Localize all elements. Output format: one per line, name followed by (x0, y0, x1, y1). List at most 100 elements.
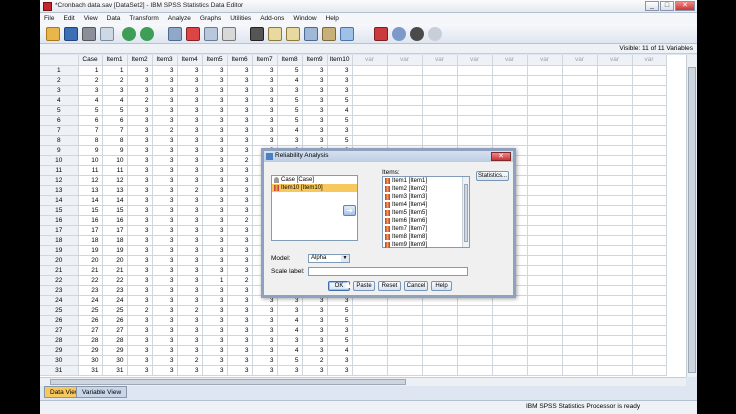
empty-cell[interactable] (632, 175, 667, 186)
data-cell[interactable]: 3 (252, 345, 278, 356)
empty-cell[interactable] (387, 85, 423, 96)
empty-cell[interactable] (457, 305, 493, 316)
data-cell[interactable]: 3 (127, 105, 153, 116)
data-cell[interactable]: 2 (302, 355, 328, 366)
column-header[interactable]: var (562, 55, 598, 66)
source-variable-item10[interactable]: Item10 [Item10] (272, 184, 357, 192)
paste-button[interactable]: Paste (353, 281, 375, 291)
data-cell[interactable]: 3 (202, 235, 228, 246)
data-cell[interactable]: 3 (302, 365, 328, 376)
menu-file[interactable]: File (44, 13, 54, 24)
empty-cell[interactable] (632, 335, 667, 346)
save-icon[interactable] (64, 27, 78, 41)
dialog-close-button[interactable]: ✕ (491, 152, 511, 161)
empty-cell[interactable] (352, 135, 388, 146)
vertical-scroll-thumb[interactable] (688, 67, 696, 373)
empty-cell[interactable] (597, 315, 633, 326)
data-cell[interactable]: 3 (152, 285, 178, 296)
column-header[interactable]: Item10 (327, 55, 353, 66)
data-cell[interactable]: 3 (127, 115, 153, 126)
data-cell[interactable]: 3 (127, 125, 153, 136)
empty-cell[interactable] (387, 95, 423, 106)
data-cell[interactable]: 21 (78, 265, 103, 276)
empty-cell[interactable] (632, 185, 667, 196)
data-cell[interactable]: 3 (152, 95, 178, 106)
column-header[interactable]: Item6 (227, 55, 253, 66)
close-button[interactable]: ✕ (675, 1, 695, 11)
empty-cell[interactable] (562, 155, 598, 166)
data-cell[interactable]: 3 (302, 135, 328, 146)
data-cell[interactable]: 26 (102, 315, 128, 326)
data-cell[interactable]: 3 (152, 155, 178, 166)
column-header[interactable]: var (632, 55, 667, 66)
data-cell[interactable]: 9 (78, 145, 103, 156)
empty-cell[interactable] (387, 135, 423, 146)
empty-cell[interactable] (597, 265, 633, 276)
data-cell[interactable]: 5 (327, 95, 353, 106)
empty-cell[interactable] (597, 65, 633, 76)
empty-cell[interactable] (562, 295, 598, 306)
data-cell[interactable]: 3 (202, 75, 228, 86)
row-number[interactable]: 31 (40, 365, 79, 376)
data-cell[interactable]: 3 (202, 115, 228, 126)
empty-cell[interactable] (387, 335, 423, 346)
go-to-variable-icon[interactable] (186, 27, 200, 41)
data-cell[interactable]: 3 (227, 285, 253, 296)
data-cell[interactable]: 2 (227, 155, 253, 166)
empty-cell[interactable] (422, 65, 458, 76)
data-cell[interactable]: 3 (252, 85, 278, 96)
data-cell[interactable]: 3 (252, 65, 278, 76)
data-cell[interactable]: 3 (202, 255, 228, 266)
data-cell[interactable]: 3 (252, 105, 278, 116)
column-header[interactable]: var (492, 55, 528, 66)
data-cell[interactable]: 2 (177, 185, 203, 196)
data-cell[interactable]: 10 (102, 155, 128, 166)
empty-cell[interactable] (527, 145, 563, 156)
empty-cell[interactable] (422, 365, 458, 376)
empty-cell[interactable] (597, 345, 633, 356)
empty-cell[interactable] (457, 135, 493, 146)
empty-cell[interactable] (597, 355, 633, 366)
data-cell[interactable]: 3 (227, 315, 253, 326)
row-number[interactable]: 28 (40, 335, 79, 346)
recall-dialog-icon[interactable] (100, 27, 114, 41)
data-cell[interactable]: 3 (177, 145, 203, 156)
data-cell[interactable]: 3 (127, 85, 153, 96)
empty-cell[interactable] (632, 95, 667, 106)
empty-cell[interactable] (527, 65, 563, 76)
empty-cell[interactable] (457, 345, 493, 356)
data-cell[interactable]: 5 (277, 65, 303, 76)
row-number[interactable]: 17 (40, 225, 79, 236)
vertical-scrollbar[interactable] (686, 55, 697, 377)
empty-cell[interactable] (597, 195, 633, 206)
data-cell[interactable]: 3 (177, 135, 203, 146)
items-list-entry[interactable]: Item2 [Item2] (383, 185, 469, 193)
data-cell[interactable]: 6 (102, 115, 128, 126)
data-cell[interactable]: 3 (152, 225, 178, 236)
data-cell[interactable]: 3 (227, 195, 253, 206)
empty-cell[interactable] (562, 325, 598, 336)
data-cell[interactable]: 3 (277, 135, 303, 146)
column-header[interactable]: var (527, 55, 563, 66)
find-binoculars-icon[interactable] (250, 27, 264, 41)
data-cell[interactable]: 4 (277, 125, 303, 136)
data-cell[interactable]: 1 (202, 275, 228, 286)
empty-cell[interactable] (352, 95, 388, 106)
empty-cell[interactable] (597, 95, 633, 106)
data-cell[interactable]: 3 (152, 235, 178, 246)
empty-cell[interactable] (562, 255, 598, 266)
data-cell[interactable]: 3 (177, 125, 203, 136)
data-cell[interactable]: 3 (177, 295, 203, 306)
data-cell[interactable]: 10 (78, 155, 103, 166)
data-cell[interactable]: 3 (177, 155, 203, 166)
data-cell[interactable]: 3 (177, 115, 203, 126)
empty-cell[interactable] (352, 365, 388, 376)
row-number[interactable]: 19 (40, 245, 79, 256)
data-cell[interactable]: 3 (152, 75, 178, 86)
data-cell[interactable]: 16 (102, 215, 128, 226)
maximize-button[interactable]: □ (660, 1, 674, 11)
empty-cell[interactable] (492, 65, 528, 76)
row-number[interactable]: 22 (40, 275, 79, 286)
column-header[interactable]: var (387, 55, 423, 66)
empty-cell[interactable] (387, 105, 423, 116)
